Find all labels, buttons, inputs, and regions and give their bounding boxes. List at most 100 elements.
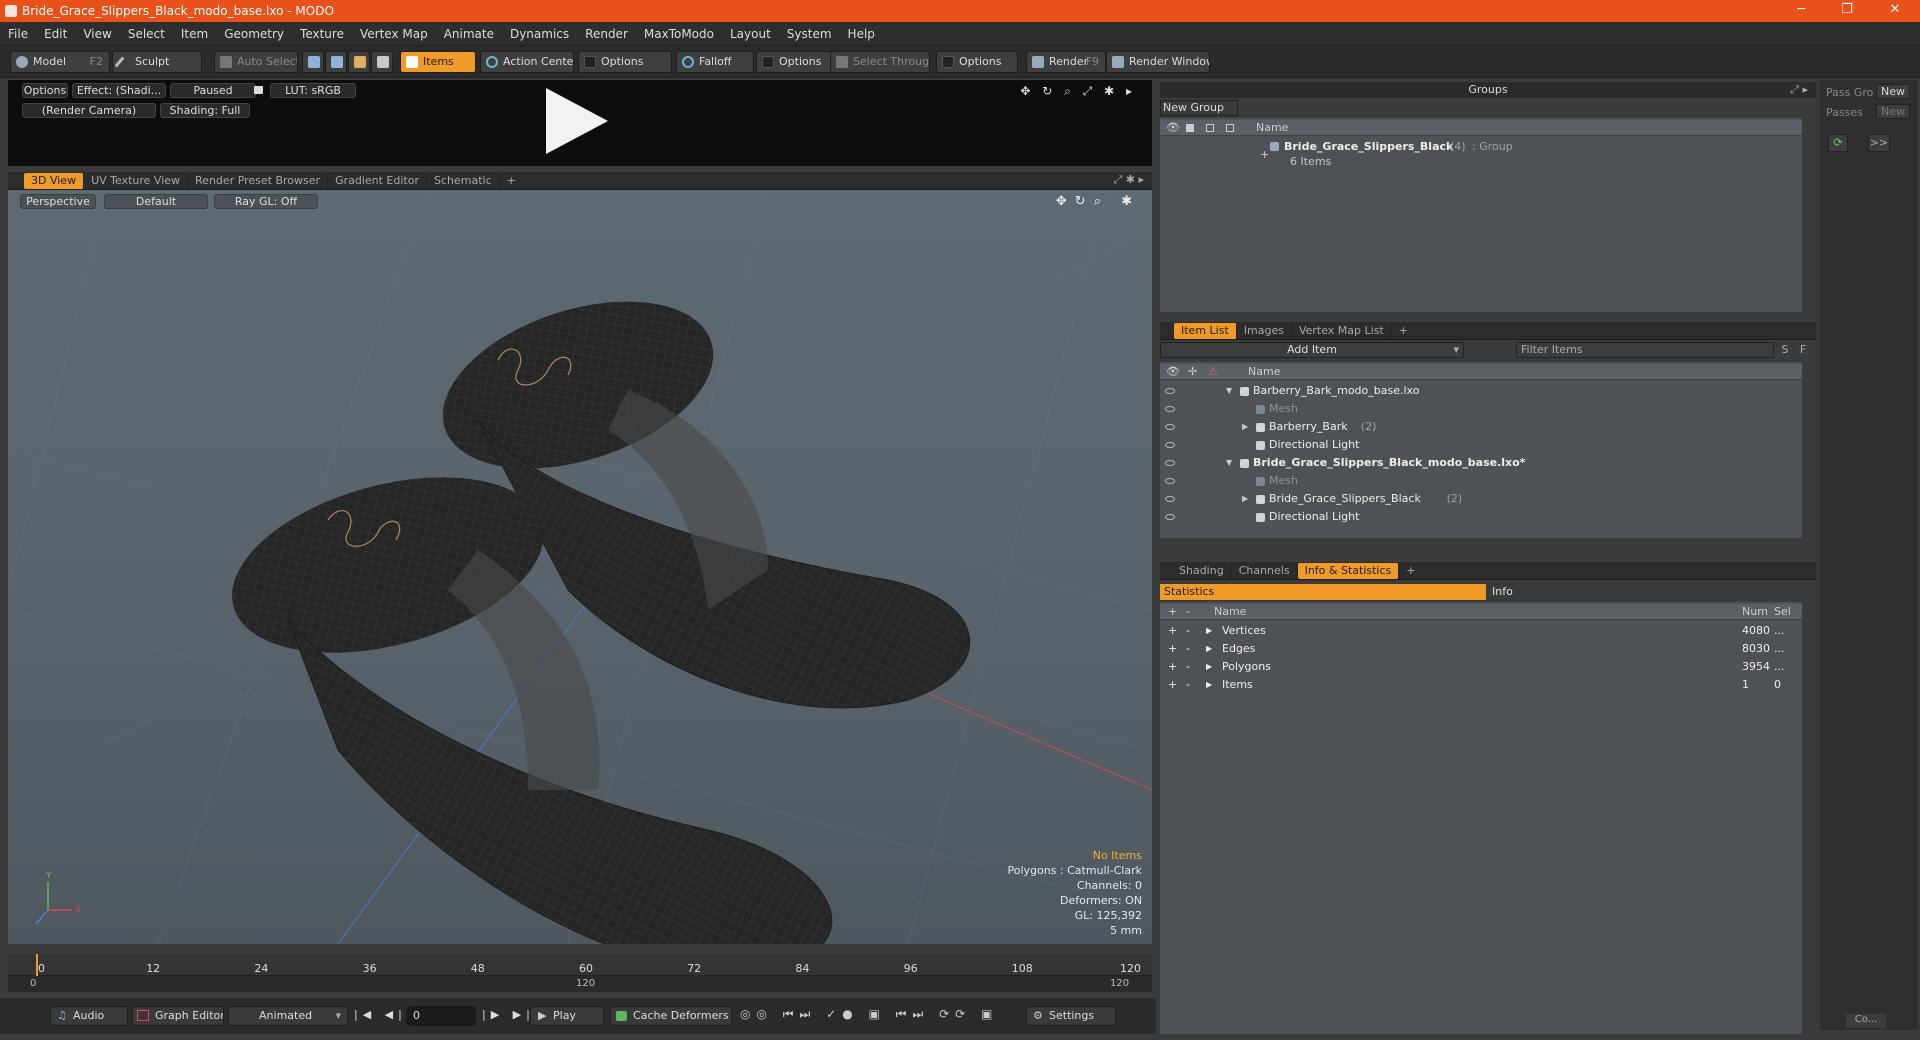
add-stat-button[interactable]: + [1168, 658, 1177, 676]
tab-shading[interactable]: Shading [1172, 562, 1232, 579]
animated-dropdown[interactable]: Animated ▾ [228, 1006, 348, 1026]
play-button[interactable]: ▶ Play [530, 1006, 604, 1026]
transport-right-icons[interactable]: |▶ ▶| [482, 1008, 535, 1021]
menu-item[interactable]: Item [173, 27, 216, 41]
tab-info-statistics[interactable]: Info & Statistics [1297, 562, 1400, 579]
visibility-eye-icon[interactable] [1165, 496, 1175, 502]
visibility-eye-icon[interactable] [1165, 478, 1175, 484]
passes-new-button[interactable]: New [1876, 104, 1910, 119]
preview-options-button[interactable]: Options [22, 83, 68, 98]
menu-file[interactable]: File [0, 27, 36, 41]
statistics-tab[interactable]: Statistics [1160, 584, 1486, 600]
tab-gradient-editor[interactable]: Gradient Editor [328, 172, 427, 189]
filter-f-button[interactable]: F [1796, 342, 1810, 358]
expand-icon[interactable]: ⤢ ▸ [1790, 82, 1808, 98]
vertex-mode-button[interactable] [302, 51, 324, 73]
collapse-arrow-icon[interactable]: ▼ [1226, 454, 1232, 472]
edge-mode-button[interactable] [325, 51, 347, 73]
add-stat-button[interactable]: + [1168, 640, 1177, 658]
group-row[interactable]: Bride_Grace_Slippers_Black (4) : Group 6… [1160, 138, 1802, 172]
add-tab-button[interactable]: + [1399, 563, 1422, 579]
tab-images[interactable]: Images [1237, 322, 1292, 339]
polygon-mode-button[interactable] [348, 51, 370, 73]
action-center-button[interactable]: Action Center [480, 51, 574, 73]
menu-view[interactable]: View [75, 27, 119, 41]
group-expand-icon[interactable]: + [1260, 148, 1269, 161]
viewport-nav-icons[interactable]: ✥↻⌕ ✱ [1056, 194, 1140, 209]
refresh-icon[interactable]: ⟳ [1828, 134, 1848, 152]
tab-schematic[interactable]: Schematic [427, 172, 500, 189]
play-preview-icon[interactable] [546, 88, 608, 154]
items-mode-button[interactable]: Items [400, 51, 476, 73]
menu-vertex-map[interactable]: Vertex Map [352, 27, 436, 41]
add-stat-button[interactable]: + [1168, 676, 1177, 694]
audio-button[interactable]: ♫ Audio [50, 1006, 128, 1026]
menu-maxtomodo[interactable]: MaxToModo [636, 27, 722, 41]
expand-arrow-icon[interactable]: ▶ [1206, 676, 1212, 694]
auto-select-button[interactable]: Auto Select [214, 51, 298, 73]
preview-nav-icons[interactable]: ✥ ↻ ⌕ ⤢ ✱ ▸ [1020, 84, 1136, 99]
render-window-button[interactable]: Render Window [1106, 51, 1210, 73]
visibility-eye-icon[interactable] [1165, 514, 1175, 520]
itemlist-row[interactable]: ▶ Bride_Grace_Slippers_Black (2) [1160, 490, 1802, 508]
cache-deformers-button[interactable]: Cache Deformers [610, 1006, 732, 1026]
menu-edit[interactable]: Edit [36, 27, 75, 41]
itemlist-row[interactable]: Directional Light [1160, 508, 1802, 526]
remove-stat-button[interactable]: - [1186, 640, 1190, 658]
expand-arrow-icon[interactable]: ▶ [1242, 490, 1248, 508]
select-through-button[interactable]: Select Through [830, 51, 930, 73]
filter-items-input[interactable]: Filter Items [1516, 342, 1774, 358]
expand-arrow-icon[interactable]: ▶ [1206, 640, 1212, 658]
graph-editor-button[interactable]: Graph Editor [132, 1006, 224, 1026]
preview-shading-dropdown[interactable]: Shading: Full [160, 103, 250, 118]
tab-channels[interactable]: Channels [1232, 562, 1298, 579]
3d-viewport[interactable]: Y X Perspective Default Ray GL: Off ✥↻⌕ … [8, 190, 1152, 944]
expand-arrow-icon[interactable]: ▶ [1242, 418, 1248, 436]
itemlist-row[interactable]: Mesh [1160, 400, 1802, 418]
itemlist-row[interactable]: ▼ Bride_Grace_Slippers_Black_modo_base.lx… [1160, 454, 1802, 472]
info-tab[interactable]: Info [1488, 584, 1814, 600]
more-button[interactable]: >> [1868, 134, 1890, 152]
visibility-eye-icon[interactable] [1165, 424, 1175, 430]
add-tab-button[interactable]: + [1392, 323, 1415, 339]
perspective-dropdown[interactable]: Perspective [20, 194, 96, 209]
add-stat-button[interactable]: + [1168, 622, 1177, 640]
tab-3d-view[interactable]: 3D View [24, 172, 85, 189]
action-center-options-button[interactable]: Options [578, 51, 672, 73]
viewport-expand-icon[interactable]: ⤢ ✱ ▸ [1113, 173, 1144, 187]
new-group-button[interactable]: New Group [1160, 100, 1238, 116]
add-item-button[interactable]: Add Item ▾ [1160, 342, 1464, 358]
select-through-options-button[interactable]: Options [936, 51, 1018, 73]
material-mode-button[interactable] [371, 51, 393, 73]
remove-stat-button[interactable]: - [1186, 676, 1190, 694]
pass-group-new-button[interactable]: New [1876, 84, 1910, 99]
lock-icon[interactable] [254, 86, 263, 94]
visibility-eye-icon[interactable] [1165, 388, 1175, 394]
visibility-eye-icon[interactable] [1165, 406, 1175, 412]
default-style-dropdown[interactable]: Default [104, 194, 208, 209]
expand-arrow-icon[interactable]: ▶ [1206, 658, 1212, 676]
timeline[interactable]: 0 120 120 0 12 24 36 48 60 72 84 96 108 120 [8, 954, 1152, 992]
sculpt-button[interactable]: Sculpt [112, 51, 202, 73]
minimize-button[interactable]: ─ [1778, 0, 1824, 22]
falloff-button[interactable]: Falloff [676, 51, 754, 73]
add-tab-button[interactable]: + [500, 173, 523, 189]
stats-row[interactable]: + - ▶ Polygons 3954... [1160, 658, 1802, 676]
co-button[interactable]: Co... [1846, 1014, 1886, 1028]
tab-vertex-map-list[interactable]: Vertex Map List [1292, 322, 1392, 339]
menu-texture[interactable]: Texture [292, 27, 352, 41]
menu-select[interactable]: Select [120, 27, 173, 41]
tab-item-list[interactable]: Item List [1174, 322, 1237, 339]
preview-effect-dropdown[interactable]: Effect: (Shadi... [72, 83, 166, 98]
tab-uv-texture-view[interactable]: UV Texture View [84, 172, 189, 189]
menu-render[interactable]: Render [577, 27, 636, 41]
menu-dynamics[interactable]: Dynamics [502, 27, 577, 41]
preview-camera-dropdown[interactable]: (Render Camera) [22, 103, 156, 118]
menu-help[interactable]: Help [840, 27, 883, 41]
render-button[interactable]: Render F9 [1026, 51, 1106, 73]
itemlist-row[interactable]: Directional Light [1160, 436, 1802, 454]
visibility-eye-icon[interactable] [1165, 442, 1175, 448]
stats-row[interactable]: + - ▶ Items 1 0 [1160, 676, 1802, 694]
transport-left-icons[interactable]: |◀ ◀| [354, 1008, 407, 1021]
falloff-options-button[interactable]: Options [756, 51, 834, 73]
